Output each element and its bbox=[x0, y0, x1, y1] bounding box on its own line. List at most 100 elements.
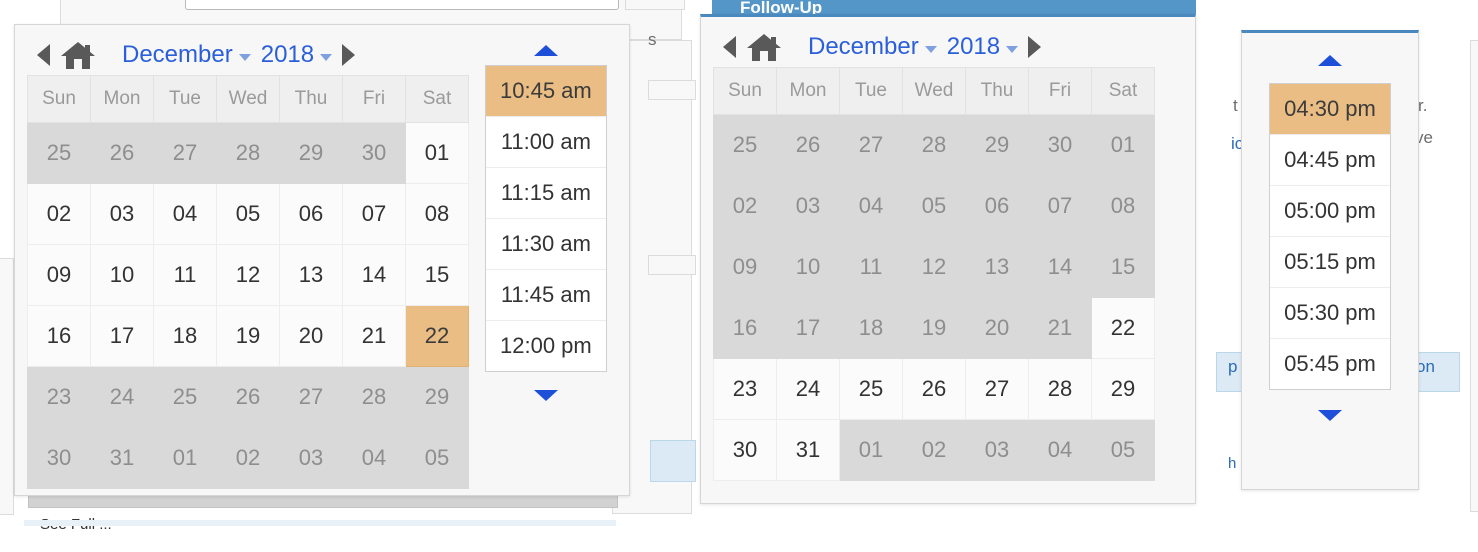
day-cell[interactable]: 09 bbox=[27, 244, 91, 306]
day-cell[interactable]: 08 bbox=[405, 183, 469, 245]
calendar-two: December 2018 Sun Mon Tue Wed Thu Fri Sat 25 26… bbox=[701, 17, 1167, 493]
day-cell[interactable]: 14 bbox=[342, 244, 406, 306]
triangle-down-icon bbox=[533, 389, 558, 401]
month-select-two[interactable]: December bbox=[808, 33, 937, 61]
day-cell[interactable]: 10 bbox=[90, 244, 154, 306]
day-cell-disabled: 09 bbox=[713, 236, 777, 298]
year-select-two[interactable]: 2018 bbox=[947, 33, 1019, 61]
end-time-picker[interactable]: 04:30 pm 04:45 pm 05:00 pm 05:15 pm 05:30 pm… bbox=[1241, 30, 1419, 490]
day-cell-disabled: 03 bbox=[279, 427, 343, 489]
prev-month-arrow-icon[interactable] bbox=[37, 44, 50, 66]
time-scroll-down-three[interactable] bbox=[1317, 400, 1342, 430]
time-option[interactable]: 11:15 am bbox=[486, 168, 606, 219]
day-cell-disabled: 03 bbox=[965, 419, 1029, 481]
day-cell[interactable]: 12 bbox=[216, 244, 280, 306]
day-cell-disabled: 02 bbox=[902, 419, 966, 481]
day-cell[interactable]: 15 bbox=[405, 244, 469, 306]
time-scroll-down-one[interactable] bbox=[533, 380, 558, 410]
time-option[interactable]: 05:45 pm bbox=[1270, 339, 1390, 389]
bg-button-right[interactable] bbox=[625, 0, 685, 10]
day-cell[interactable]: 29 bbox=[1091, 358, 1155, 420]
day-cell-disabled: 23 bbox=[27, 366, 91, 428]
day-cell-disabled: 11 bbox=[839, 236, 903, 298]
next-month-arrow-icon[interactable] bbox=[342, 44, 356, 66]
weekday-thu: Thu bbox=[279, 75, 343, 123]
time-option[interactable]: 05:00 pm bbox=[1270, 186, 1390, 237]
day-cell[interactable]: 25 bbox=[839, 358, 903, 420]
day-cell-disabled: 14 bbox=[1028, 236, 1092, 298]
home-icon[interactable] bbox=[60, 39, 96, 71]
day-cell-disabled: 15 bbox=[1091, 236, 1155, 298]
calendar-one: December 2018 Sun Mon Tue Wed Thu Fri Sat 25 26… bbox=[15, 25, 481, 501]
day-cell-disabled: 27 bbox=[153, 122, 217, 184]
day-cell[interactable]: 05 bbox=[216, 183, 280, 245]
calendar-one-grid: Sun Mon Tue Wed Thu Fri Sat 25 26 27 28 29 30 01 02 03… bbox=[27, 75, 469, 489]
day-cell-disabled: 10 bbox=[776, 236, 840, 298]
calendar-week-row: 30 31 01 02 03 04 05 bbox=[27, 427, 469, 489]
day-cell-selected[interactable]: 22 bbox=[405, 305, 469, 367]
home-icon[interactable] bbox=[746, 31, 782, 63]
weekday-tue: Tue bbox=[153, 75, 217, 123]
day-cell-disabled: 29 bbox=[405, 366, 469, 428]
day-cell[interactable]: 11 bbox=[153, 244, 217, 306]
day-cell[interactable]: 20 bbox=[279, 305, 343, 367]
day-cell[interactable]: 22 bbox=[1091, 297, 1155, 359]
day-cell-disabled: 08 bbox=[1091, 175, 1155, 237]
time-option[interactable]: 11:00 am bbox=[486, 117, 606, 168]
day-cell[interactable]: 01 bbox=[405, 122, 469, 184]
day-cell[interactable]: 02 bbox=[27, 183, 91, 245]
weekday-wed: Wed bbox=[216, 75, 280, 123]
day-cell[interactable]: 16 bbox=[27, 305, 91, 367]
day-cell-disabled: 24 bbox=[90, 366, 154, 428]
day-cell[interactable]: 24 bbox=[776, 358, 840, 420]
day-cell[interactable]: 17 bbox=[90, 305, 154, 367]
calendar-week-row: 16 17 18 19 20 21 22 bbox=[713, 297, 1155, 359]
month-label-one: December bbox=[122, 41, 233, 68]
day-cell-disabled: 01 bbox=[153, 427, 217, 489]
prev-month-arrow-icon[interactable] bbox=[723, 36, 736, 58]
bg-text-input[interactable] bbox=[185, 0, 619, 10]
day-cell[interactable]: 18 bbox=[153, 305, 217, 367]
day-cell[interactable]: 04 bbox=[153, 183, 217, 245]
day-cell[interactable]: 30 bbox=[713, 419, 777, 481]
day-cell[interactable]: 31 bbox=[776, 419, 840, 481]
time-option[interactable]: 04:45 pm bbox=[1270, 135, 1390, 186]
day-cell-disabled: 07 bbox=[1028, 175, 1092, 237]
time-option-selected[interactable]: 04:30 pm bbox=[1270, 84, 1390, 135]
day-cell-disabled: 04 bbox=[1028, 419, 1092, 481]
day-cell-disabled: 30 bbox=[342, 122, 406, 184]
day-cell[interactable]: 13 bbox=[279, 244, 343, 306]
day-cell[interactable]: 28 bbox=[1028, 358, 1092, 420]
calendar-week-row: 09 10 11 12 13 14 15 bbox=[713, 236, 1155, 298]
day-cell[interactable]: 03 bbox=[90, 183, 154, 245]
day-cell-disabled: 31 bbox=[90, 427, 154, 489]
time-option[interactable]: 11:30 am bbox=[486, 219, 606, 270]
year-select-one[interactable]: 2018 bbox=[261, 41, 333, 69]
next-month-arrow-icon[interactable] bbox=[1028, 36, 1042, 58]
time-scroll-up-one[interactable] bbox=[533, 35, 558, 65]
day-cell[interactable]: 26 bbox=[902, 358, 966, 420]
chevron-down-icon bbox=[924, 45, 937, 53]
time-option[interactable]: 11:45 am bbox=[486, 270, 606, 321]
end-date-picker[interactable]: December 2018 Sun Mon Tue Wed Thu Fri Sat 25 26… bbox=[700, 14, 1196, 504]
time-scroll-up-three[interactable] bbox=[1317, 45, 1342, 75]
calendar-week-row: 23 24 25 26 27 28 29 bbox=[27, 366, 469, 428]
day-cell[interactable]: 21 bbox=[342, 305, 406, 367]
day-cell-disabled: 05 bbox=[1091, 419, 1155, 481]
weekday-sat: Sat bbox=[1091, 67, 1155, 115]
day-cell[interactable]: 06 bbox=[279, 183, 343, 245]
time-column-one: 10:45 am 11:00 am 11:15 am 11:30 am 11:45 am… bbox=[481, 25, 619, 422]
day-cell-disabled: 26 bbox=[776, 114, 840, 176]
day-cell-disabled: 25 bbox=[27, 122, 91, 184]
time-option-selected[interactable]: 10:45 am bbox=[486, 66, 606, 117]
time-option[interactable]: 05:30 pm bbox=[1270, 288, 1390, 339]
start-datetime-picker[interactable]: December 2018 Sun Mon Tue Wed Thu Fri Sat 25 26… bbox=[14, 24, 630, 496]
time-option[interactable]: 05:15 pm bbox=[1270, 237, 1390, 288]
day-cell[interactable]: 27 bbox=[965, 358, 1029, 420]
bg-fragment-right-1: t bbox=[1233, 96, 1238, 115]
day-cell[interactable]: 23 bbox=[713, 358, 777, 420]
month-select-one[interactable]: December bbox=[122, 41, 251, 69]
time-option[interactable]: 12:00 pm bbox=[486, 321, 606, 371]
day-cell[interactable]: 19 bbox=[216, 305, 280, 367]
day-cell[interactable]: 07 bbox=[342, 183, 406, 245]
